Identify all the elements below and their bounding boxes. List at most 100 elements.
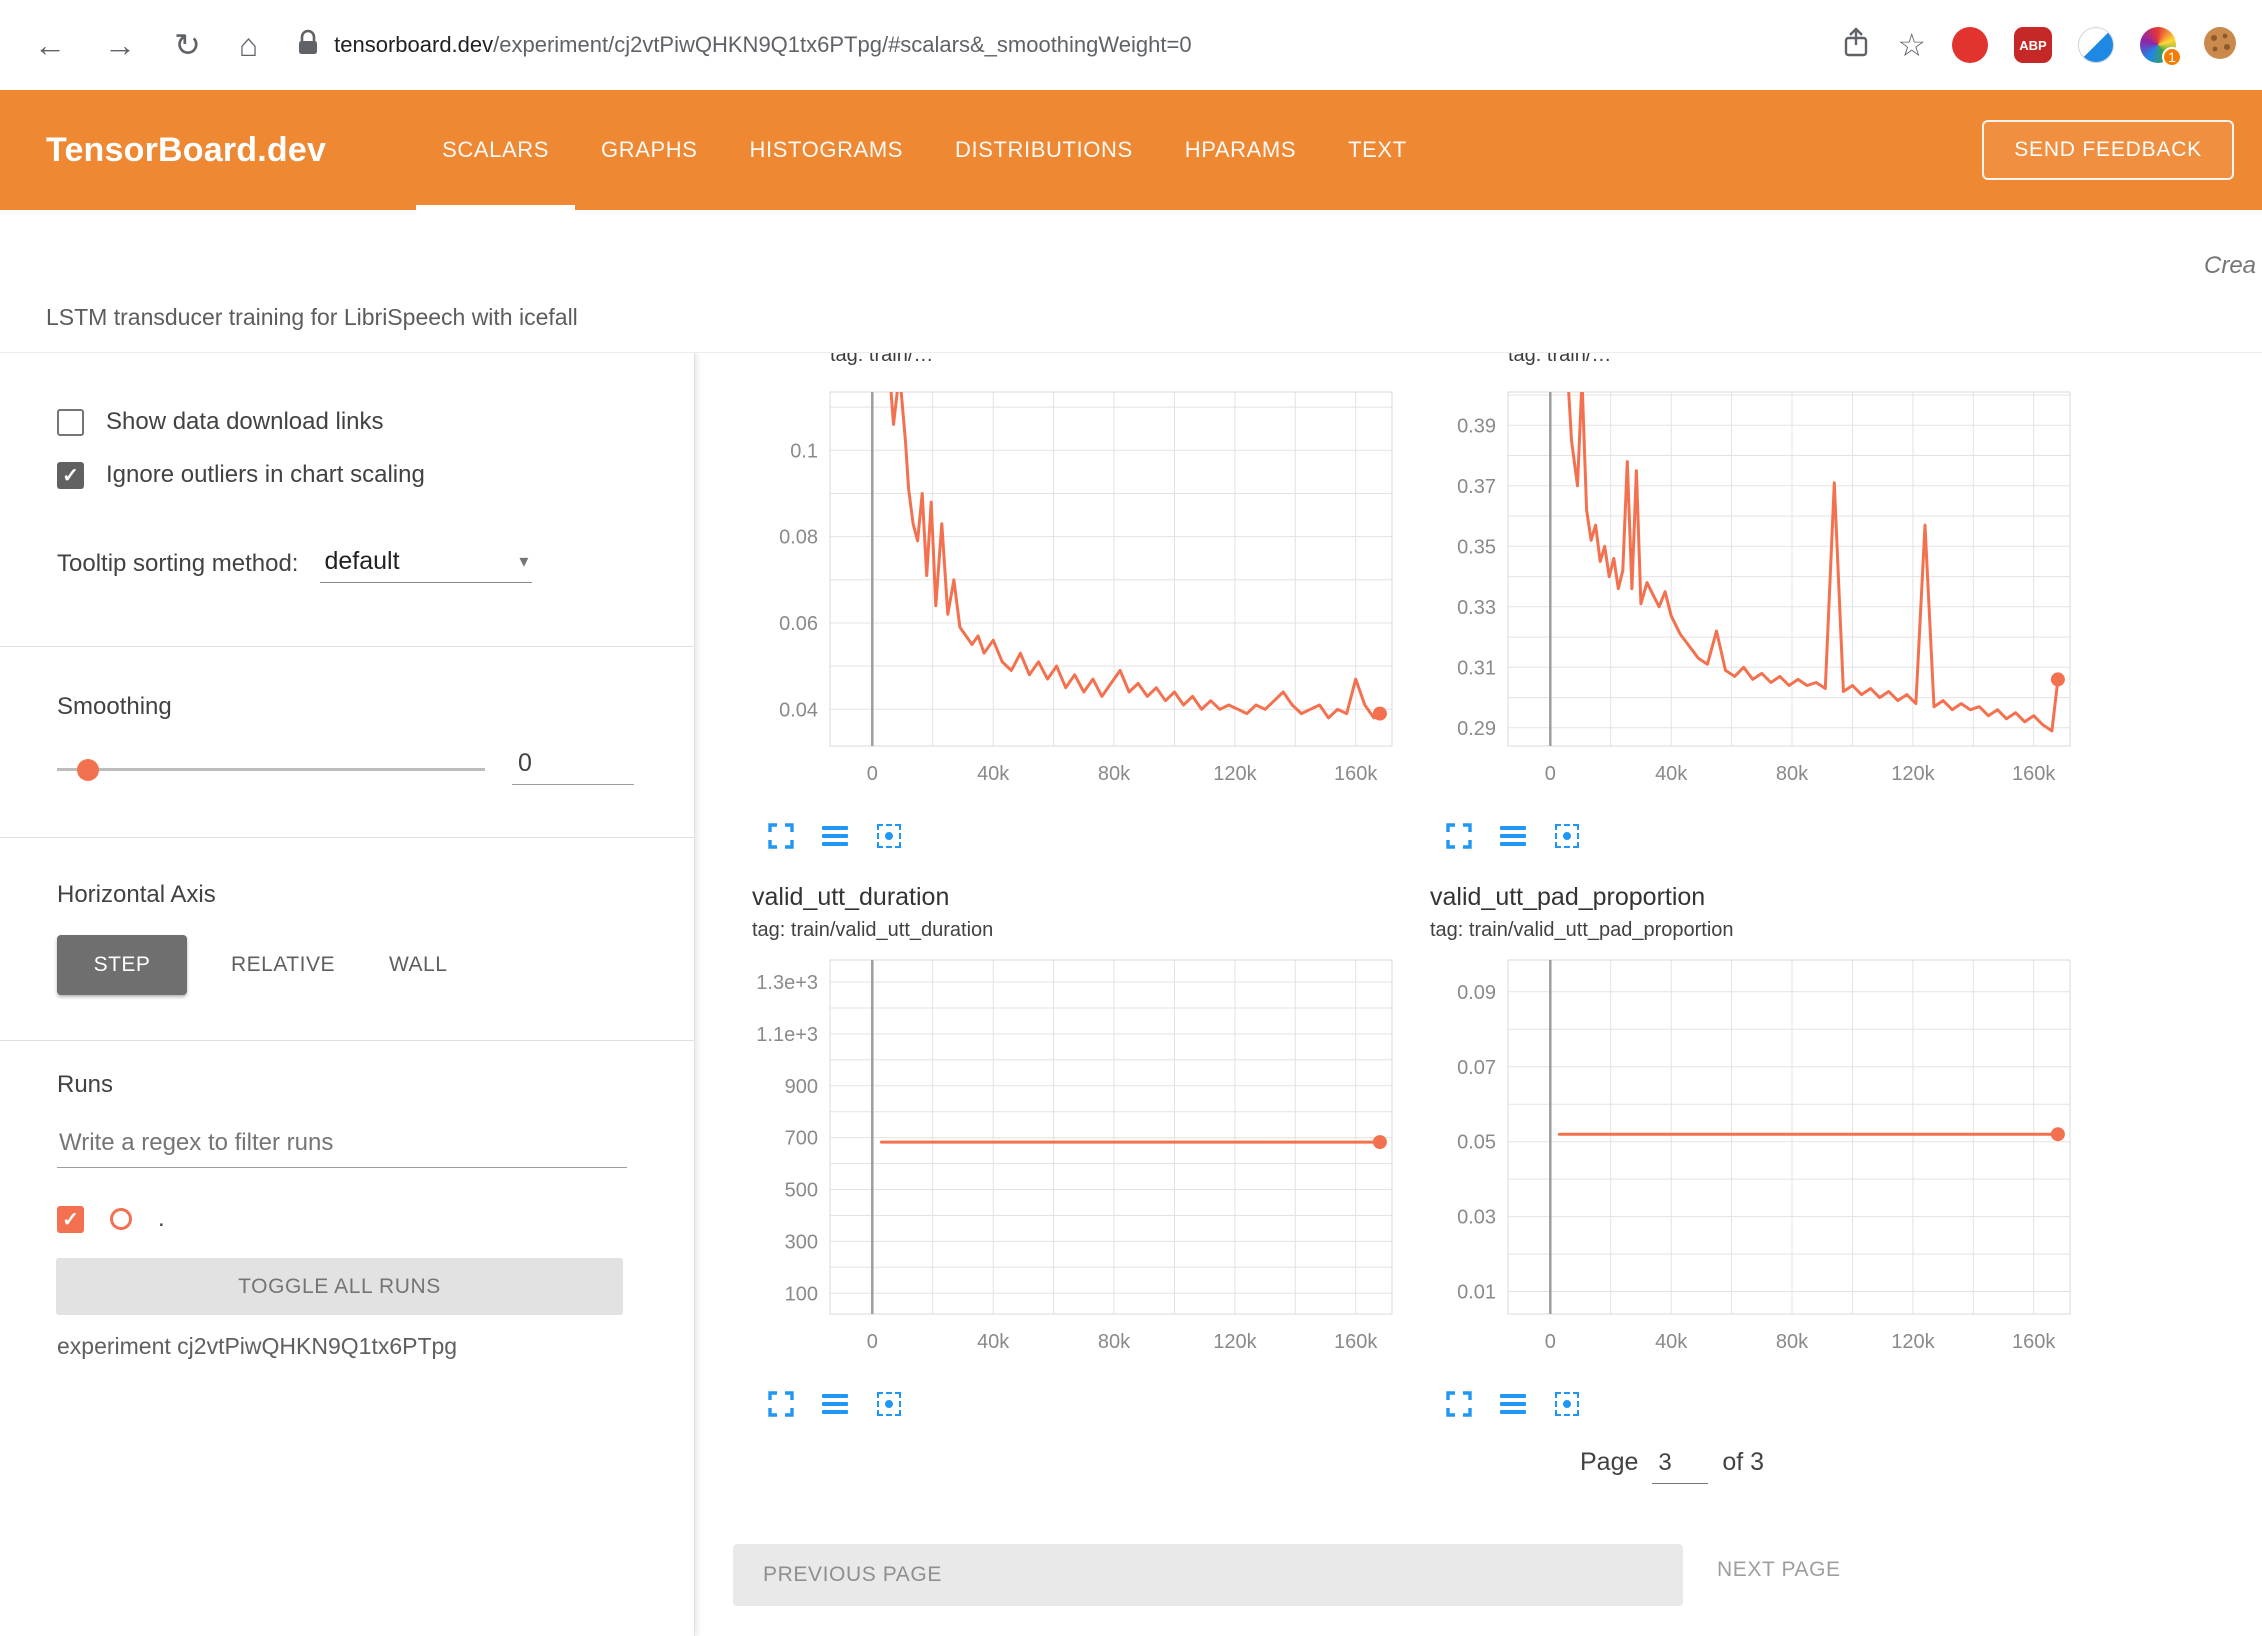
svg-text:160k: 160k — [2012, 1331, 2056, 1353]
axis-step-button[interactable]: STEP — [57, 935, 187, 995]
svg-text:1.1e+3: 1.1e+3 — [756, 1024, 818, 1046]
run-color-swatch[interactable] — [110, 1208, 132, 1230]
runs-label: Runs — [57, 1071, 113, 1099]
show-download-links-row[interactable]: Show data download links — [57, 408, 384, 436]
svg-text:100: 100 — [785, 1283, 818, 1305]
chart-tag: tag: train/valid_utt_pad_proportion — [1430, 919, 2090, 942]
chart-tag-clipped: tag: train/… — [1508, 353, 2090, 377]
tab-graphs[interactable]: GRAPHS — [575, 90, 724, 210]
forward-icon[interactable]: → — [104, 29, 136, 61]
slider-track[interactable] — [57, 768, 485, 771]
experiment-description: LSTM transducer training for LibriSpeech… — [46, 304, 578, 331]
chart-card: tag: train/… 040k80k120k160k0.040.060.08… — [752, 353, 1412, 851]
url-domain: tensorboard.dev — [334, 32, 493, 57]
adblock-extension-icon[interactable] — [1952, 27, 1988, 63]
screenshot-extension-icon[interactable] — [2078, 27, 2114, 63]
run-checkbox[interactable]: ✓ — [57, 1206, 84, 1233]
ignore-outliers-row[interactable]: ✓ Ignore outliers in chart scaling — [57, 461, 425, 489]
expand-chart-icon[interactable] — [766, 1389, 796, 1419]
next-page-button[interactable]: NEXT PAGE — [1717, 1558, 1841, 1582]
profile-avatar[interactable]: 1 — [2140, 27, 2176, 63]
runs-list-icon[interactable] — [1498, 821, 1528, 851]
svg-text:40k: 40k — [977, 1331, 1010, 1353]
home-icon[interactable]: ⌂ — [239, 29, 258, 61]
scalar-chart[interactable]: 040k80k120k160k0.040.060.080.1 — [752, 386, 1412, 799]
runs-list-icon[interactable] — [1498, 1389, 1528, 1419]
scalar-chart[interactable]: 040k80k120k160k0.010.030.050.070.09 — [1430, 954, 2090, 1367]
created-text-partial: Crea — [2204, 252, 2256, 280]
bookmark-star-icon[interactable]: ☆ — [1897, 29, 1926, 61]
chart-title: valid_utt_pad_proportion — [1430, 883, 2090, 912]
horizontal-axis-buttons: STEP RELATIVE WALL — [57, 935, 457, 995]
page-number-input[interactable] — [1652, 1449, 1708, 1484]
address-bar[interactable]: tensorboard.dev/experiment/cj2vtPiwQHKN9… — [296, 29, 1821, 62]
browser-toolbar: ← → ↻ ⌂ tensorboard.dev/experiment/cj2vt… — [0, 0, 2262, 90]
svg-text:300: 300 — [785, 1231, 818, 1253]
fit-domain-icon[interactable] — [874, 821, 904, 851]
fit-domain-icon[interactable] — [1552, 821, 1582, 851]
scalar-chart[interactable]: 040k80k120k160k0.290.310.330.350.370.39 — [1430, 386, 2090, 799]
run-row[interactable]: ✓ . — [57, 1205, 165, 1233]
previous-page-button[interactable]: PREVIOUS PAGE — [733, 1544, 1683, 1606]
tooltip-sorting-select[interactable]: default ▾ — [320, 545, 532, 583]
svg-text:500: 500 — [785, 1180, 818, 1202]
toggle-all-runs-button[interactable]: TOGGLE ALL RUNS — [56, 1258, 623, 1315]
svg-text:0.1: 0.1 — [790, 440, 818, 462]
svg-text:120k: 120k — [1891, 763, 1935, 785]
chart-card: valid_utt_duration tag: train/valid_utt_… — [752, 883, 1412, 1419]
sub-header: Crea LSTM transducer training for LibriS… — [0, 210, 2262, 353]
tab-distributions[interactable]: DISTRIBUTIONS — [929, 90, 1159, 210]
svg-text:0.31: 0.31 — [1457, 657, 1496, 679]
tab-hparams[interactable]: HPARAMS — [1159, 90, 1322, 210]
fit-domain-icon[interactable] — [1552, 1389, 1582, 1419]
horizontal-axis-label: Horizontal Axis — [57, 881, 216, 909]
svg-text:0.01: 0.01 — [1457, 1282, 1496, 1304]
pagination: Page of 3 — [1580, 1448, 1764, 1484]
cookie-extension-icon[interactable] — [2202, 25, 2238, 66]
svg-text:40k: 40k — [977, 763, 1010, 785]
expand-chart-icon[interactable] — [766, 821, 796, 851]
chart-actions — [766, 1389, 1412, 1419]
svg-text:80k: 80k — [1098, 1331, 1131, 1353]
tab-histograms[interactable]: HISTOGRAMS — [724, 90, 930, 210]
expand-chart-icon[interactable] — [1444, 1389, 1474, 1419]
tab-scalars[interactable]: SCALARS — [416, 90, 575, 210]
svg-text:0.33: 0.33 — [1457, 597, 1496, 619]
brand-title: TensorBoard.dev — [46, 131, 326, 170]
runs-filter-input[interactable] — [57, 1125, 627, 1168]
back-icon[interactable]: ← — [34, 29, 66, 61]
tooltip-sorting-row: Tooltip sorting method: default ▾ — [57, 545, 532, 583]
chart-actions — [1444, 1389, 2090, 1419]
reload-icon[interactable]: ↻ — [174, 29, 201, 61]
url-text[interactable]: tensorboard.dev/experiment/cj2vtPiwQHKN9… — [334, 32, 1191, 58]
svg-text:160k: 160k — [2012, 763, 2056, 785]
fit-domain-icon[interactable] — [874, 1389, 904, 1419]
smoothing-value-input[interactable] — [512, 747, 634, 785]
url-path: /experiment/cj2vtPiwQHKN9Q1tx6PTpg/#scal… — [493, 32, 1191, 57]
runs-list-icon[interactable] — [820, 1389, 850, 1419]
ignore-outliers-checkbox[interactable]: ✓ — [57, 462, 84, 489]
expand-chart-icon[interactable] — [1444, 821, 1474, 851]
send-feedback-button[interactable]: SEND FEEDBACK — [1982, 120, 2234, 180]
smoothing-slider[interactable] — [57, 758, 485, 782]
charts-area: tag: train/… 040k80k120k160k0.040.060.08… — [695, 353, 2262, 1636]
show-download-links-checkbox[interactable] — [57, 409, 84, 436]
svg-text:0.37: 0.37 — [1457, 476, 1496, 498]
svg-text:900: 900 — [785, 1076, 818, 1098]
tab-text[interactable]: TEXT — [1322, 90, 1433, 210]
divider — [0, 646, 695, 647]
runs-list-icon[interactable] — [820, 821, 850, 851]
slider-thumb[interactable] — [77, 759, 99, 781]
chart-tag-clipped: tag: train/… — [830, 353, 1412, 377]
lock-icon[interactable] — [296, 29, 320, 62]
page-of-label: of 3 — [1722, 1448, 1764, 1477]
scalar-chart[interactable]: 040k80k120k160k1003005007009001.1e+31.3e… — [752, 954, 1412, 1367]
chart-card: valid_utt_pad_proportion tag: train/vali… — [1430, 883, 2090, 1419]
svg-text:0.05: 0.05 — [1457, 1132, 1496, 1154]
page: ← → ↻ ⌂ tensorboard.dev/experiment/cj2vt… — [0, 0, 2262, 1636]
axis-relative-button[interactable]: RELATIVE — [221, 939, 345, 991]
abp-extension-icon[interactable]: ABP — [2014, 27, 2052, 63]
chart-actions — [766, 821, 1412, 851]
axis-wall-button[interactable]: WALL — [379, 939, 457, 991]
share-icon[interactable] — [1841, 26, 1871, 65]
